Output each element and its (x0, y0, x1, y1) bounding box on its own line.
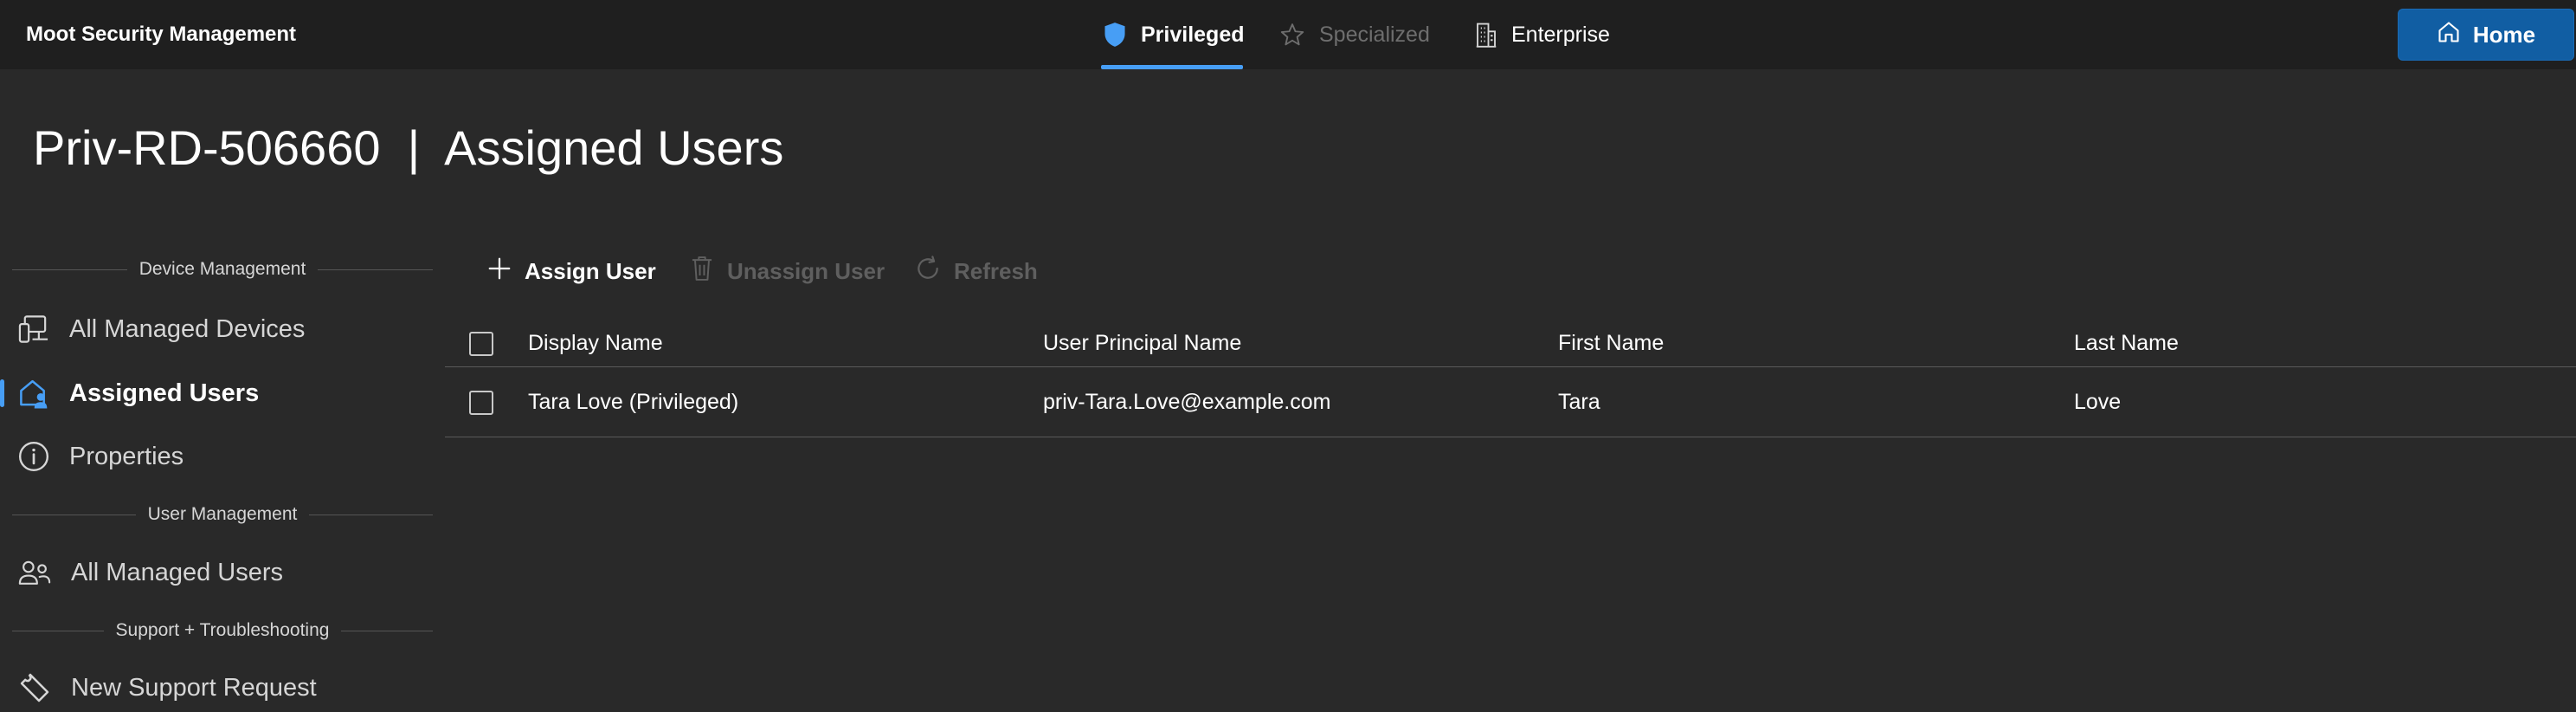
home-icon (2437, 20, 2461, 50)
home-person-icon (17, 377, 50, 410)
cell-display-name: Tara Love (Privileged) (528, 390, 739, 414)
table-row[interactable]: Tara Love (Privileged) priv-Tara.Love@ex… (445, 368, 2576, 437)
tab-enterprise[interactable]: Enterprise (1475, 0, 1610, 69)
tab-privileged[interactable]: Privileged (1101, 0, 1245, 69)
refresh-icon (914, 255, 942, 288)
page-title: Priv-RD-506660 | Assigned Users (33, 120, 784, 175)
unassign-user-button[interactable]: Unassign User (689, 247, 885, 295)
section-header-label: Support + Troubleshooting (115, 620, 330, 640)
sidebar-item-label: All Managed Devices (69, 314, 306, 343)
home-button-label: Home (2472, 21, 2536, 48)
sidebar-item-properties[interactable]: Properties (0, 432, 433, 481)
tab-specialized[interactable]: Specialized (1279, 0, 1430, 69)
unassign-user-label: Unassign User (727, 257, 886, 284)
tab-label: Enterprise (1511, 22, 1610, 47)
grid-header-row: Display Name User Principal Name First N… (445, 320, 2576, 367)
active-tab-indicator (1101, 65, 1243, 69)
delete-icon (689, 255, 715, 288)
home-button[interactable]: Home (2398, 9, 2574, 61)
active-item-indicator (0, 379, 4, 407)
assign-user-button[interactable]: Assign User (486, 247, 656, 295)
app-title: Moot Security Management (26, 23, 297, 46)
section-header-user-management: User Management (12, 502, 433, 528)
column-header-last-name[interactable]: Last Name (2074, 320, 2179, 366)
tab-label: Specialized (1319, 22, 1430, 47)
star-icon (1279, 22, 1305, 48)
shield-icon (1103, 22, 1127, 48)
refresh-button[interactable]: Refresh (914, 247, 1038, 295)
cell-user-principal-name: priv-Tara.Love@example.com (1043, 390, 1331, 414)
section-header-label: User Management (147, 504, 298, 524)
devices-icon (17, 314, 50, 345)
column-header-display-name[interactable]: Display Name (528, 320, 663, 366)
sidebar-item-label: New Support Request (71, 673, 317, 702)
assign-user-label: Assign User (525, 257, 656, 284)
section-header-support: Support + Troubleshooting (12, 618, 433, 644)
ticket-icon (17, 670, 52, 705)
people-icon (17, 557, 52, 588)
info-icon (17, 440, 50, 473)
sidebar-item-all-managed-devices[interactable]: All Managed Devices (0, 305, 433, 353)
refresh-label: Refresh (954, 257, 1038, 284)
column-header-first-name[interactable]: First Name (1558, 320, 1664, 366)
sidebar-item-assigned-users[interactable]: Assigned Users (0, 369, 433, 417)
sidebar-item-label: All Managed Users (71, 558, 283, 586)
row-select-checkbox[interactable] (469, 391, 493, 415)
column-header-user-principal-name[interactable]: User Principal Name (1043, 320, 1241, 366)
divider (318, 269, 434, 270)
divider (12, 269, 127, 270)
sidebar-item-new-support-request[interactable]: New Support Request (0, 663, 433, 712)
section-header-label: Device Management (138, 259, 306, 279)
select-all-checkbox[interactable] (469, 332, 493, 356)
sidebar-item-all-managed-users[interactable]: All Managed Users (0, 548, 433, 597)
top-bar: Moot Security Management Privileged Spec… (0, 0, 2576, 69)
sidebar-item-label: Properties (69, 442, 184, 470)
cell-last-name: Love (2074, 390, 2122, 414)
add-icon (486, 256, 512, 288)
building-icon (1475, 22, 1497, 48)
cell-first-name: Tara (1558, 390, 1600, 414)
tab-label: Privileged (1141, 22, 1245, 47)
sidebar-item-label: Assigned Users (69, 379, 260, 407)
section-header-device-management: Device Management (12, 256, 434, 282)
